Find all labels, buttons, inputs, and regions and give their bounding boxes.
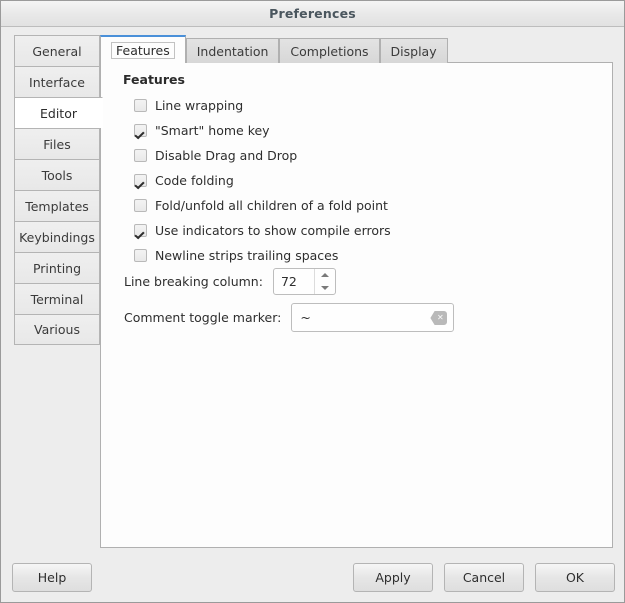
- stepper-buttons: [314, 269, 335, 294]
- sidebar-item-printing[interactable]: Printing: [14, 252, 100, 283]
- sidebar-item-label: Various: [34, 322, 80, 337]
- line-breaking-column-stepper[interactable]: 72: [273, 268, 336, 295]
- checkbox-row[interactable]: Newline strips trailing spaces: [134, 243, 391, 268]
- checkbox-row[interactable]: "Smart" home key: [134, 118, 391, 143]
- chevron-up-icon[interactable]: [321, 273, 329, 277]
- tabstrip: Features Indentation Completions Display: [100, 35, 448, 63]
- checkbox-label: Line wrapping: [155, 98, 243, 113]
- comment-toggle-marker-value[interactable]: ~: [292, 310, 310, 325]
- comment-toggle-marker-input[interactable]: ~ ✕: [291, 303, 454, 332]
- comment-toggle-marker-row: Comment toggle marker: ~ ✕: [124, 303, 454, 332]
- tab-label: Indentation: [197, 44, 269, 59]
- tab-label: Completions: [290, 44, 368, 59]
- comment-toggle-marker-label: Comment toggle marker:: [124, 310, 281, 325]
- tab-label: Features: [111, 42, 175, 59]
- tab-display[interactable]: Display: [380, 38, 448, 63]
- settings-notebook: Features Indentation Completions Display Fe…: [100, 35, 613, 548]
- checkbox-checked-icon[interactable]: [134, 174, 147, 187]
- checkbox-row[interactable]: Use indicators to show compile errors: [134, 218, 391, 243]
- tab-label: Display: [391, 44, 437, 59]
- chevron-down-icon[interactable]: [321, 286, 329, 290]
- sidebar-item-tools[interactable]: Tools: [14, 159, 100, 190]
- checkbox-row[interactable]: Code folding: [134, 168, 391, 193]
- line-breaking-column-label: Line breaking column:: [124, 274, 263, 289]
- sidebar-item-label: Printing: [33, 261, 81, 276]
- checkbox-label: Newline strips trailing spaces: [155, 248, 338, 263]
- sidebar-item-label: Keybindings: [19, 230, 95, 245]
- sidebar-item-keybindings[interactable]: Keybindings: [14, 221, 100, 252]
- sidebar-item-various[interactable]: Various: [14, 314, 100, 345]
- tab-features[interactable]: Features: [100, 35, 186, 63]
- category-tab-list: General Interface Editor Files Tools Template…: [14, 35, 100, 345]
- features-checkbox-list: Line wrapping "Smart" home key Disable Dra…: [134, 93, 391, 268]
- checkbox-label: Disable Drag and Drop: [155, 148, 297, 163]
- sidebar-item-label: Templates: [25, 199, 89, 214]
- sidebar-item-label: Tools: [42, 168, 73, 183]
- sidebar-item-editor[interactable]: Editor: [14, 97, 103, 128]
- line-breaking-column-row: Line breaking column: 72: [124, 268, 336, 295]
- features-page: Features Line wrapping "Smart" home key Di…: [101, 63, 612, 547]
- checkbox-unchecked-icon[interactable]: [134, 99, 147, 112]
- tab-panel-features: Features Line wrapping "Smart" home key Di…: [100, 62, 613, 548]
- ok-button[interactable]: OK: [535, 563, 615, 592]
- checkbox-checked-icon[interactable]: [134, 124, 147, 137]
- checkbox-label: Use indicators to show compile errors: [155, 223, 391, 238]
- sidebar-item-label: Files: [43, 137, 70, 152]
- checkbox-label: "Smart" home key: [155, 123, 270, 138]
- checkbox-checked-icon[interactable]: [134, 224, 147, 237]
- line-breaking-column-value[interactable]: 72: [274, 274, 297, 289]
- help-button[interactable]: Help: [12, 563, 92, 592]
- checkbox-row[interactable]: Disable Drag and Drop: [134, 143, 391, 168]
- tab-indentation[interactable]: Indentation: [186, 38, 280, 63]
- checkbox-row[interactable]: Fold/unfold all children of a fold point: [134, 193, 391, 218]
- section-heading: Features: [123, 72, 185, 87]
- sidebar-item-general[interactable]: General: [14, 35, 100, 66]
- sidebar-item-templates[interactable]: Templates: [14, 190, 100, 221]
- sidebar-item-label: Terminal: [31, 292, 84, 307]
- tab-completions[interactable]: Completions: [279, 38, 379, 63]
- checkbox-label: Fold/unfold all children of a fold point: [155, 198, 388, 213]
- checkbox-label: Code folding: [155, 173, 234, 188]
- sidebar-item-label: Editor: [40, 106, 77, 121]
- sidebar-item-interface[interactable]: Interface: [14, 66, 100, 97]
- clear-icon[interactable]: ✕: [430, 311, 447, 325]
- cancel-button[interactable]: Cancel: [444, 563, 524, 592]
- window-title: Preferences: [1, 6, 624, 21]
- checkbox-unchecked-icon[interactable]: [134, 149, 147, 162]
- sidebar-item-files[interactable]: Files: [14, 128, 100, 159]
- checkbox-row[interactable]: Line wrapping: [134, 93, 391, 118]
- sidebar-item-label: Interface: [29, 75, 85, 90]
- sidebar-item-label: General: [32, 44, 81, 59]
- titlebar: Preferences: [1, 1, 624, 27]
- checkbox-unchecked-icon[interactable]: [134, 249, 147, 262]
- action-bar: Help Apply Cancel OK: [1, 551, 624, 603]
- sidebar-item-terminal[interactable]: Terminal: [14, 283, 100, 314]
- apply-button[interactable]: Apply: [353, 563, 433, 592]
- checkbox-unchecked-icon[interactable]: [134, 199, 147, 212]
- preferences-dialog: Preferences General Interface Editor Files T…: [0, 0, 625, 603]
